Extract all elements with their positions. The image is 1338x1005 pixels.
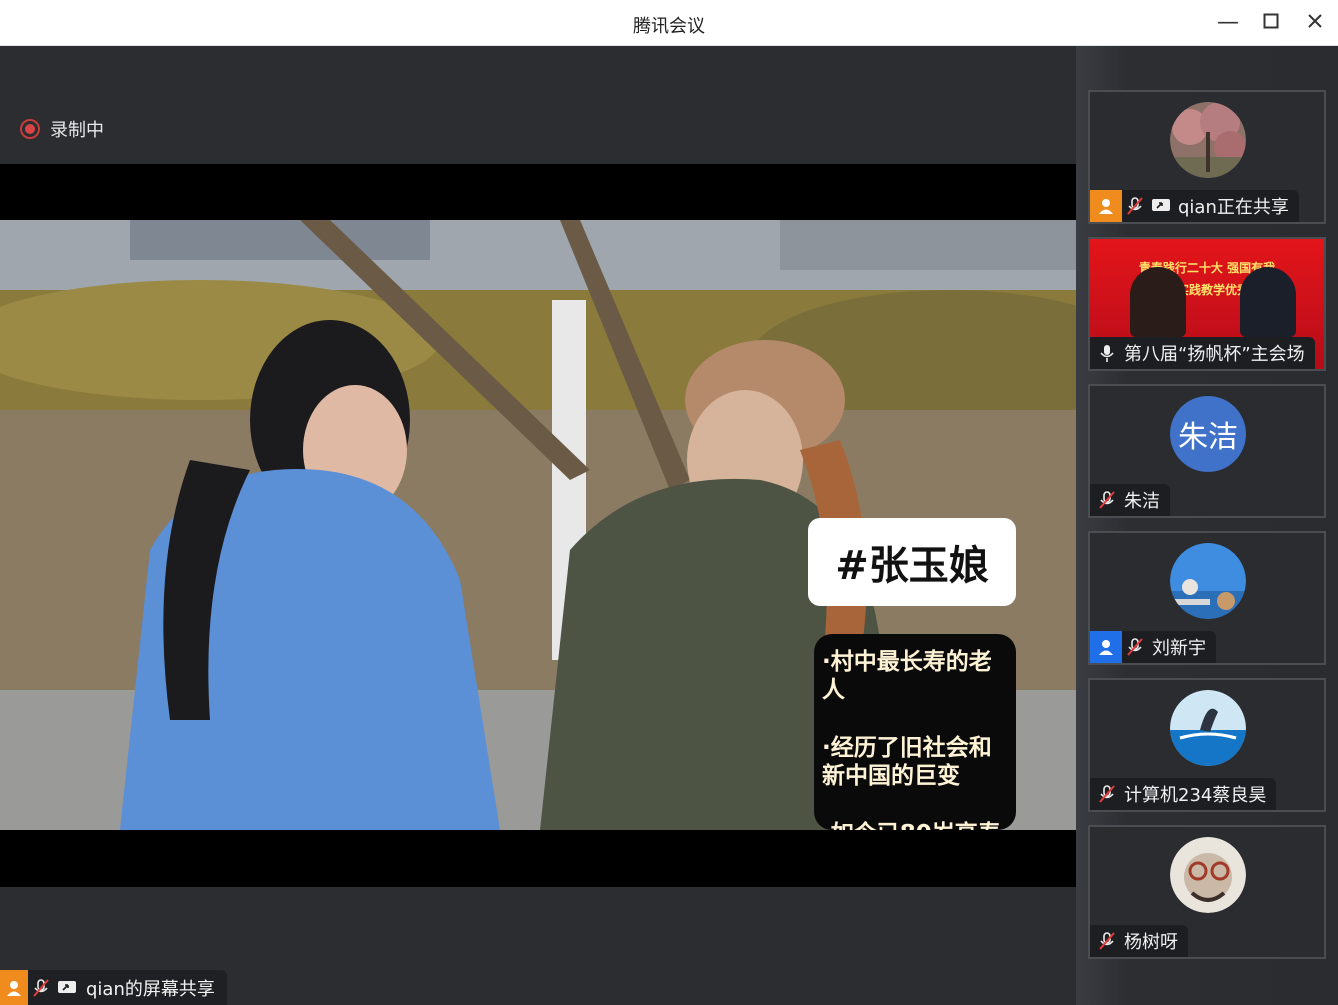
user-icon bbox=[1099, 199, 1113, 214]
maximize-button[interactable] bbox=[1258, 10, 1284, 36]
screen-share-text: qian的屏幕共享 bbox=[86, 978, 215, 1000]
avatar bbox=[1170, 837, 1246, 913]
participant-tile[interactable]: 青春践行二十大 强国有我 第八届 实践教学优秀 大赛 第八届“扬帆杯”主会场 bbox=[1088, 237, 1326, 371]
recording-indicator: 录制中 bbox=[20, 116, 104, 142]
mic-muted-icon bbox=[1094, 487, 1120, 513]
maximize-icon bbox=[1263, 13, 1279, 29]
user-icon bbox=[7, 980, 21, 996]
host-badge bbox=[1090, 631, 1122, 663]
participant-label: 计算机234蔡良昊 bbox=[1090, 778, 1277, 810]
shared-screen[interactable]: #张玉娘 ·村中最长寿的老人 ·经历了旧社会和新中国的巨变 ·如今已80岁高寿 bbox=[0, 164, 1076, 887]
participant-label: 刘新宇 bbox=[1090, 631, 1216, 663]
mic-muted-icon bbox=[1094, 928, 1120, 954]
mic-muted-icon bbox=[28, 975, 54, 1001]
screen-share-label[interactable]: qian的屏幕共享 bbox=[0, 970, 227, 1005]
screen-share-icon bbox=[1148, 193, 1174, 219]
recording-label: 录制中 bbox=[50, 120, 104, 141]
participant-name: 刘新宇 bbox=[1152, 638, 1206, 659]
mic-muted-icon bbox=[1122, 634, 1148, 660]
participant-tile[interactable]: qian正在共享 bbox=[1088, 90, 1326, 224]
title-bar: 腾讯会议 — bbox=[0, 0, 1338, 46]
participant-name: qian正在共享 bbox=[1178, 197, 1289, 218]
record-icon bbox=[20, 119, 40, 139]
caption-line: ·经历了旧社会和新中国的巨变 bbox=[822, 735, 992, 789]
caption-bio-card: ·村中最长寿的老人 ·经历了旧社会和新中国的巨变 ·如今已80岁高寿 bbox=[814, 634, 1016, 830]
participant-label: 杨树呀 bbox=[1090, 925, 1188, 957]
close-icon bbox=[1308, 14, 1322, 28]
main-stage: 录制中 #张玉娘 ·村中最长寿的老人 ·经历了旧社会和新中国的巨变 bbox=[0, 46, 1076, 1005]
participant-label: qian正在共享 bbox=[1090, 190, 1299, 222]
close-button[interactable] bbox=[1302, 10, 1328, 36]
mic-icon bbox=[1094, 340, 1120, 366]
participant-label: 朱洁 bbox=[1090, 484, 1170, 516]
mic-muted-icon bbox=[1122, 193, 1148, 219]
participant-tile[interactable]: 刘新宇 bbox=[1088, 531, 1326, 665]
mic-muted-icon bbox=[1094, 781, 1120, 807]
minimize-button[interactable]: — bbox=[1215, 10, 1241, 36]
participant-label: 第八届“扬帆杯”主会场 bbox=[1090, 337, 1315, 369]
avatar: 朱洁 bbox=[1170, 396, 1246, 472]
participant-name: 杨树呀 bbox=[1124, 932, 1178, 953]
participant-tile[interactable]: 计算机234蔡良昊 bbox=[1088, 678, 1326, 812]
caption-line: ·村中最长寿的老人 bbox=[822, 649, 992, 703]
caption-line: ·如今已80岁高寿 bbox=[822, 820, 1008, 830]
avatar bbox=[1170, 543, 1246, 619]
participant-panel: qian正在共享 青春践行二十大 强国有我 第八届 实践教学优秀 大赛 第八届“… bbox=[1076, 46, 1338, 1005]
shared-video-frame: #张玉娘 ·村中最长寿的老人 ·经历了旧社会和新中国的巨变 ·如今已80岁高寿 bbox=[0, 220, 1076, 830]
caption-name-card: #张玉娘 bbox=[808, 518, 1016, 606]
window-title: 腾讯会议 bbox=[633, 16, 705, 37]
participant-tile[interactable]: 杨树呀 bbox=[1088, 825, 1326, 959]
participant-name: 第八届“扬帆杯”主会场 bbox=[1124, 344, 1305, 365]
presenter-badge bbox=[0, 970, 28, 1005]
participant-name: 计算机234蔡良昊 bbox=[1124, 785, 1267, 806]
video-person bbox=[1240, 267, 1296, 337]
video-person bbox=[1130, 267, 1186, 337]
user-icon bbox=[1099, 640, 1113, 655]
avatar bbox=[1170, 102, 1246, 178]
banner-line: 青春践行二十大 强国有我 bbox=[1138, 261, 1276, 275]
presenter-badge bbox=[1090, 190, 1122, 222]
avatar bbox=[1170, 690, 1246, 766]
participant-tile[interactable]: 朱洁 朱洁 bbox=[1088, 384, 1326, 518]
screen-share-icon bbox=[54, 975, 80, 1001]
participant-name: 朱洁 bbox=[1124, 491, 1160, 512]
